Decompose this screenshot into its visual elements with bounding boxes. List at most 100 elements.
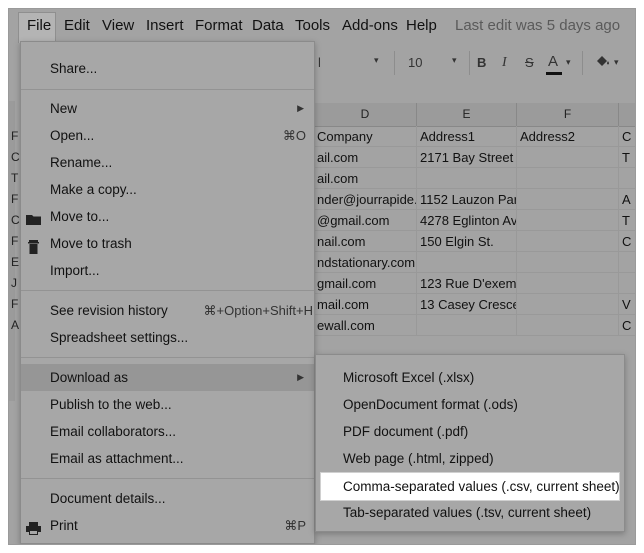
download-xlsx[interactable]: Microsoft Excel (.xlsx) xyxy=(316,364,624,391)
table-cell[interactable]: @gmail.com xyxy=(314,210,417,231)
menu-format[interactable]: Format xyxy=(195,17,243,34)
table-cell[interactable]: T xyxy=(619,147,635,168)
table-cell[interactable] xyxy=(517,273,619,294)
trash-icon xyxy=(26,236,41,254)
menu-item-move-to-trash[interactable]: Move to trash xyxy=(21,230,314,257)
text-color-dropdown-icon[interactable]: ▾ xyxy=(566,57,571,68)
table-cell[interactable]: ndstationary.com xyxy=(314,252,417,273)
table-cell[interactable]: gmail.com xyxy=(314,273,417,294)
table-cell[interactable]: 123 Rue D'exemple xyxy=(417,273,517,294)
menu-data[interactable]: Data xyxy=(252,17,284,34)
download-csv[interactable]: Comma-separated values (.csv, current sh… xyxy=(320,472,620,501)
menu-item-revision-history[interactable]: See revision history ⌘+Option+Shift+H xyxy=(21,297,314,324)
table-cell[interactable]: V xyxy=(619,294,635,315)
table-cell[interactable]: 13 Casey Crescent xyxy=(417,294,517,315)
table-cell[interactable] xyxy=(517,252,619,273)
font-size-select[interactable]: 10 xyxy=(408,55,422,70)
row-stub-text: J xyxy=(11,276,17,290)
table-cell[interactable] xyxy=(517,147,619,168)
menu-item-email-attachment[interactable]: Email as attachment... xyxy=(21,445,314,472)
toolbar-divider xyxy=(582,51,583,75)
table-cell[interactable]: 2171 Bay Street xyxy=(417,147,517,168)
download-as-submenu: Microsoft Excel (.xlsx) OpenDocument for… xyxy=(315,354,625,532)
menu-help[interactable]: Help xyxy=(406,17,437,34)
table-cell[interactable]: 1152 Lauzon Parkway xyxy=(417,189,517,210)
table-cell[interactable] xyxy=(619,168,635,189)
table-cell[interactable] xyxy=(517,294,619,315)
table-cell[interactable]: nail.com xyxy=(314,231,417,252)
bold-button[interactable]: B xyxy=(477,55,486,70)
column-header-g[interactable] xyxy=(619,103,635,127)
table-cell[interactable] xyxy=(417,315,517,336)
download-html-zipped[interactable]: Web page (.html, zipped) xyxy=(316,445,624,472)
menu-item-open[interactable]: Open... ⌘O xyxy=(21,122,314,149)
table-cell[interactable]: A xyxy=(619,189,635,210)
table-cell[interactable] xyxy=(619,252,635,273)
row-stub-text: C xyxy=(11,150,20,164)
table-cell[interactable]: C xyxy=(619,126,635,147)
table-cell[interactable]: ewall.com xyxy=(314,315,417,336)
text-color-button[interactable]: A xyxy=(548,53,558,70)
app-window: File Edit View Insert Format Data Tools … xyxy=(9,9,635,544)
menu-item-share[interactable]: Share... xyxy=(21,55,314,82)
submenu-arrow-icon: ▶ xyxy=(297,103,304,113)
menu-edit[interactable]: Edit xyxy=(64,17,90,34)
fill-color-dropdown-icon[interactable]: ▾ xyxy=(614,57,619,68)
table-cell[interactable]: T xyxy=(619,210,635,231)
menu-item-import[interactable]: Import... xyxy=(21,257,314,284)
table-cell[interactable]: C xyxy=(619,231,635,252)
table-cell[interactable] xyxy=(517,189,619,210)
menu-view[interactable]: View xyxy=(102,17,134,34)
menu-addons[interactable]: Add-ons xyxy=(342,17,398,34)
submenu-arrow-icon: ▶ xyxy=(297,372,304,382)
file-menu: Share... New ▶ Open... ⌘O Rename... Make… xyxy=(20,41,315,544)
column-header-e[interactable]: E xyxy=(417,103,517,127)
table-cell[interactable]: Address2 xyxy=(517,126,619,147)
menu-file[interactable]: File xyxy=(27,17,51,34)
table-cell[interactable]: ail.com xyxy=(314,147,417,168)
menu-item-publish-web[interactable]: Publish to the web... xyxy=(21,391,314,418)
download-tsv[interactable]: Tab-separated values (.tsv, current shee… xyxy=(316,499,624,526)
menu-item-make-copy[interactable]: Make a copy... xyxy=(21,176,314,203)
menu-item-download-as[interactable]: Download as ▶ xyxy=(21,364,314,391)
table-cell[interactable] xyxy=(517,210,619,231)
strikethrough-button[interactable]: S xyxy=(525,55,534,70)
toolbar: l ▾ 10 ▾ B I S A ▾ ▾ xyxy=(314,47,635,79)
menu-divider xyxy=(21,89,314,90)
font-family-select[interactable]: l xyxy=(318,55,321,70)
table-cell[interactable]: 150 Elgin St. xyxy=(417,231,517,252)
menu-item-move-to[interactable]: Move to... xyxy=(21,203,314,230)
table-cell[interactable]: C xyxy=(619,315,635,336)
table-cell[interactable]: nder@jourrapide.c xyxy=(314,189,417,210)
table-cell[interactable]: Company xyxy=(314,126,417,147)
table-cell[interactable]: 4278 Eglinton Avenue xyxy=(417,210,517,231)
menu-divider xyxy=(21,357,314,358)
menu-insert[interactable]: Insert xyxy=(146,17,184,34)
table-cell[interactable] xyxy=(417,252,517,273)
menu-item-document-details[interactable]: Document details... xyxy=(21,485,314,512)
download-ods[interactable]: OpenDocument format (.ods) xyxy=(316,391,624,418)
font-family-dropdown-icon[interactable]: ▾ xyxy=(374,55,379,66)
column-header-d[interactable]: D xyxy=(314,103,417,127)
last-edit-status[interactable]: Last edit was 5 days ago xyxy=(455,17,620,34)
table-cell[interactable] xyxy=(517,231,619,252)
table-cell[interactable]: mail.com xyxy=(314,294,417,315)
table-cell[interactable] xyxy=(517,168,619,189)
menu-item-print[interactable]: Print ⌘P xyxy=(21,512,314,539)
row-stub-text: F xyxy=(11,192,19,206)
menu-item-new[interactable]: New ▶ xyxy=(21,95,314,122)
menu-item-spreadsheet-settings[interactable]: Spreadsheet settings... xyxy=(21,324,314,351)
table-cell[interactable]: Address1 xyxy=(417,126,517,147)
menu-tools[interactable]: Tools xyxy=(295,17,330,34)
table-cell[interactable]: ail.com xyxy=(314,168,417,189)
column-header-f[interactable]: F xyxy=(517,103,619,127)
font-size-dropdown-icon[interactable]: ▾ xyxy=(452,55,457,66)
italic-button[interactable]: I xyxy=(502,55,507,71)
menu-item-rename[interactable]: Rename... xyxy=(21,149,314,176)
fill-color-button[interactable] xyxy=(593,53,611,74)
download-pdf[interactable]: PDF document (.pdf) xyxy=(316,418,624,445)
table-cell[interactable] xyxy=(619,273,635,294)
table-cell[interactable] xyxy=(517,315,619,336)
table-cell[interactable] xyxy=(417,168,517,189)
menu-item-email-collaborators[interactable]: Email collaborators... xyxy=(21,418,314,445)
